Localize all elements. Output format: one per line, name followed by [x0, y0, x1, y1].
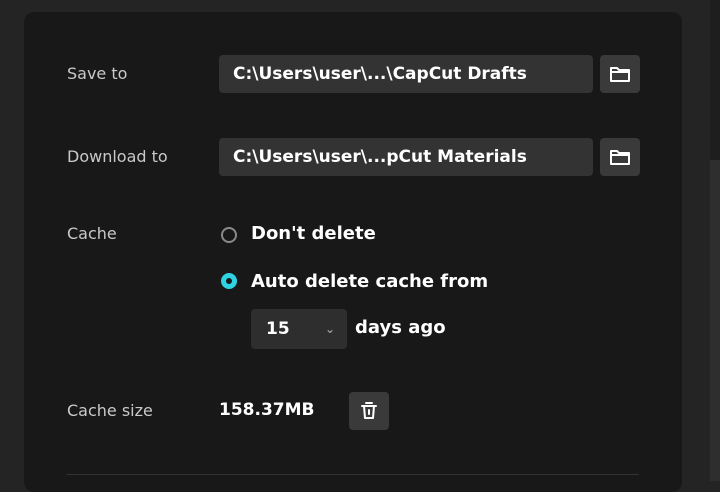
- background-edge: [710, 0, 720, 160]
- folder-icon: [610, 150, 630, 165]
- cache-size-value: 158.37MB: [219, 400, 315, 420]
- section-divider: [67, 474, 639, 475]
- background-edge-lower: [710, 160, 720, 481]
- auto-delete-option-label[interactable]: Auto delete cache from: [251, 271, 488, 292]
- save-to-path-field[interactable]: C:\Users\user\...\CapCut Drafts: [219, 55, 593, 93]
- save-to-label: Save to: [67, 64, 128, 83]
- dont-delete-option-label[interactable]: Don't delete: [251, 223, 376, 244]
- cache-size-label: Cache size: [67, 401, 153, 420]
- dont-delete-radio[interactable]: [221, 227, 237, 243]
- chevron-down-icon: ⌄: [324, 322, 335, 336]
- folder-icon: [610, 67, 630, 82]
- days-select-value: 15: [266, 319, 290, 339]
- download-to-label: Download to: [67, 147, 168, 166]
- days-ago-label: days ago: [355, 317, 446, 338]
- save-to-browse-button[interactable]: [600, 55, 640, 93]
- clear-cache-button[interactable]: [349, 392, 389, 430]
- download-to-path-field[interactable]: C:\Users\user\...pCut Materials: [219, 138, 593, 176]
- days-select[interactable]: 15 ⌄: [251, 309, 347, 349]
- cache-label: Cache: [67, 224, 117, 243]
- auto-delete-radio[interactable]: [221, 273, 237, 289]
- trash-icon: [361, 402, 377, 419]
- download-to-browse-button[interactable]: [600, 138, 640, 176]
